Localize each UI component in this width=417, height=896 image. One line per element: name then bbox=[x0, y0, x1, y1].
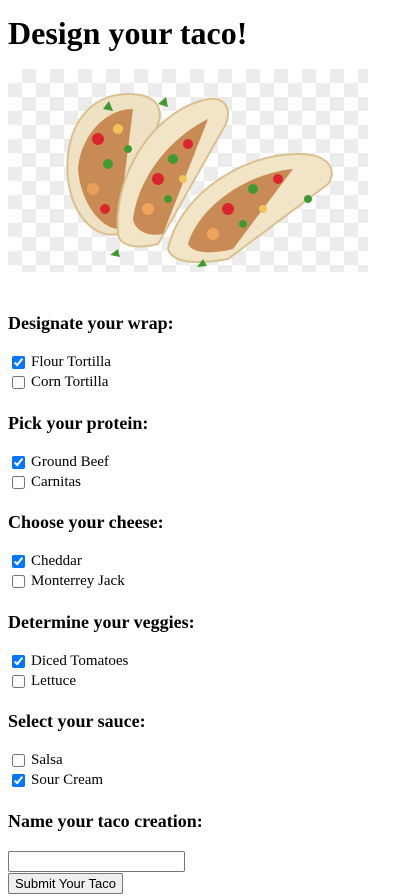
checkbox-carnitas[interactable] bbox=[12, 475, 25, 489]
taco-builder-page: Design your taco! bbox=[0, 14, 417, 272]
label-carnitas: Carnitas bbox=[31, 473, 81, 490]
page-title: Design your taco! bbox=[8, 15, 248, 51]
veggies-heading: Determine your veggies: bbox=[8, 612, 195, 632]
label-ground-beef: Ground Beef bbox=[31, 453, 109, 470]
protein-section: Pick your protein: Ground Beef Carnitas bbox=[8, 412, 148, 492]
option-lettuce[interactable]: Lettuce bbox=[8, 671, 195, 691]
checkbox-sour-cream[interactable] bbox=[12, 773, 25, 787]
sauce-section: Select your sauce: Salsa Sour Cream bbox=[8, 710, 146, 790]
checkbox-diced-tomatoes[interactable] bbox=[12, 654, 25, 668]
taco-image bbox=[8, 69, 368, 272]
label-lettuce: Lettuce bbox=[31, 672, 76, 689]
label-sour-cream: Sour Cream bbox=[31, 771, 104, 788]
wrap-section: Designate your wrap: Flour Tortilla Corn… bbox=[8, 312, 174, 392]
option-monterrey-jack[interactable]: Monterrey Jack bbox=[8, 571, 164, 591]
cheese-heading: Choose your cheese: bbox=[8, 512, 164, 532]
label-monterrey-jack: Monterrey Jack bbox=[31, 572, 125, 589]
submit-taco-button[interactable]: Submit Your Taco bbox=[8, 873, 123, 894]
option-ground-beef[interactable]: Ground Beef bbox=[8, 452, 148, 472]
option-carnitas[interactable]: Carnitas bbox=[8, 472, 148, 492]
checkbox-ground-beef[interactable] bbox=[12, 455, 25, 469]
option-diced-tomatoes[interactable]: Diced Tomatoes bbox=[8, 651, 195, 671]
wrap-heading: Designate your wrap: bbox=[8, 313, 174, 333]
sauce-heading: Select your sauce: bbox=[8, 711, 146, 731]
label-cheddar: Cheddar bbox=[31, 552, 82, 569]
label-salsa: Salsa bbox=[31, 751, 63, 768]
checkbox-cheddar[interactable] bbox=[12, 554, 25, 568]
checkbox-flour-tortilla[interactable] bbox=[12, 355, 25, 369]
taco-illustration bbox=[66, 92, 333, 267]
veggies-section: Determine your veggies: Diced Tomatoes L… bbox=[8, 611, 195, 691]
label-flour-tortilla: Flour Tortilla bbox=[31, 353, 111, 370]
option-salsa[interactable]: Salsa bbox=[8, 750, 146, 770]
option-cheddar[interactable]: Cheddar bbox=[8, 551, 164, 571]
cheese-section: Choose your cheese: Cheddar Monterrey Ja… bbox=[8, 511, 164, 591]
taco-name-input[interactable] bbox=[8, 851, 185, 872]
checkbox-corn-tortilla[interactable] bbox=[12, 375, 25, 389]
name-heading: Name your taco creation: bbox=[8, 811, 203, 831]
label-corn-tortilla: Corn Tortilla bbox=[31, 373, 109, 390]
label-diced-tomatoes: Diced Tomatoes bbox=[31, 652, 129, 669]
checkbox-lettuce[interactable] bbox=[12, 674, 25, 688]
protein-heading: Pick your protein: bbox=[8, 413, 149, 433]
option-flour-tortilla[interactable]: Flour Tortilla bbox=[8, 352, 174, 372]
checkbox-salsa[interactable] bbox=[12, 753, 25, 767]
option-corn-tortilla[interactable]: Corn Tortilla bbox=[8, 372, 174, 392]
name-section: Name your taco creation: Submit Your Tac… bbox=[8, 810, 203, 894]
option-sour-cream[interactable]: Sour Cream bbox=[8, 770, 146, 790]
checkbox-monterrey-jack[interactable] bbox=[12, 574, 25, 588]
